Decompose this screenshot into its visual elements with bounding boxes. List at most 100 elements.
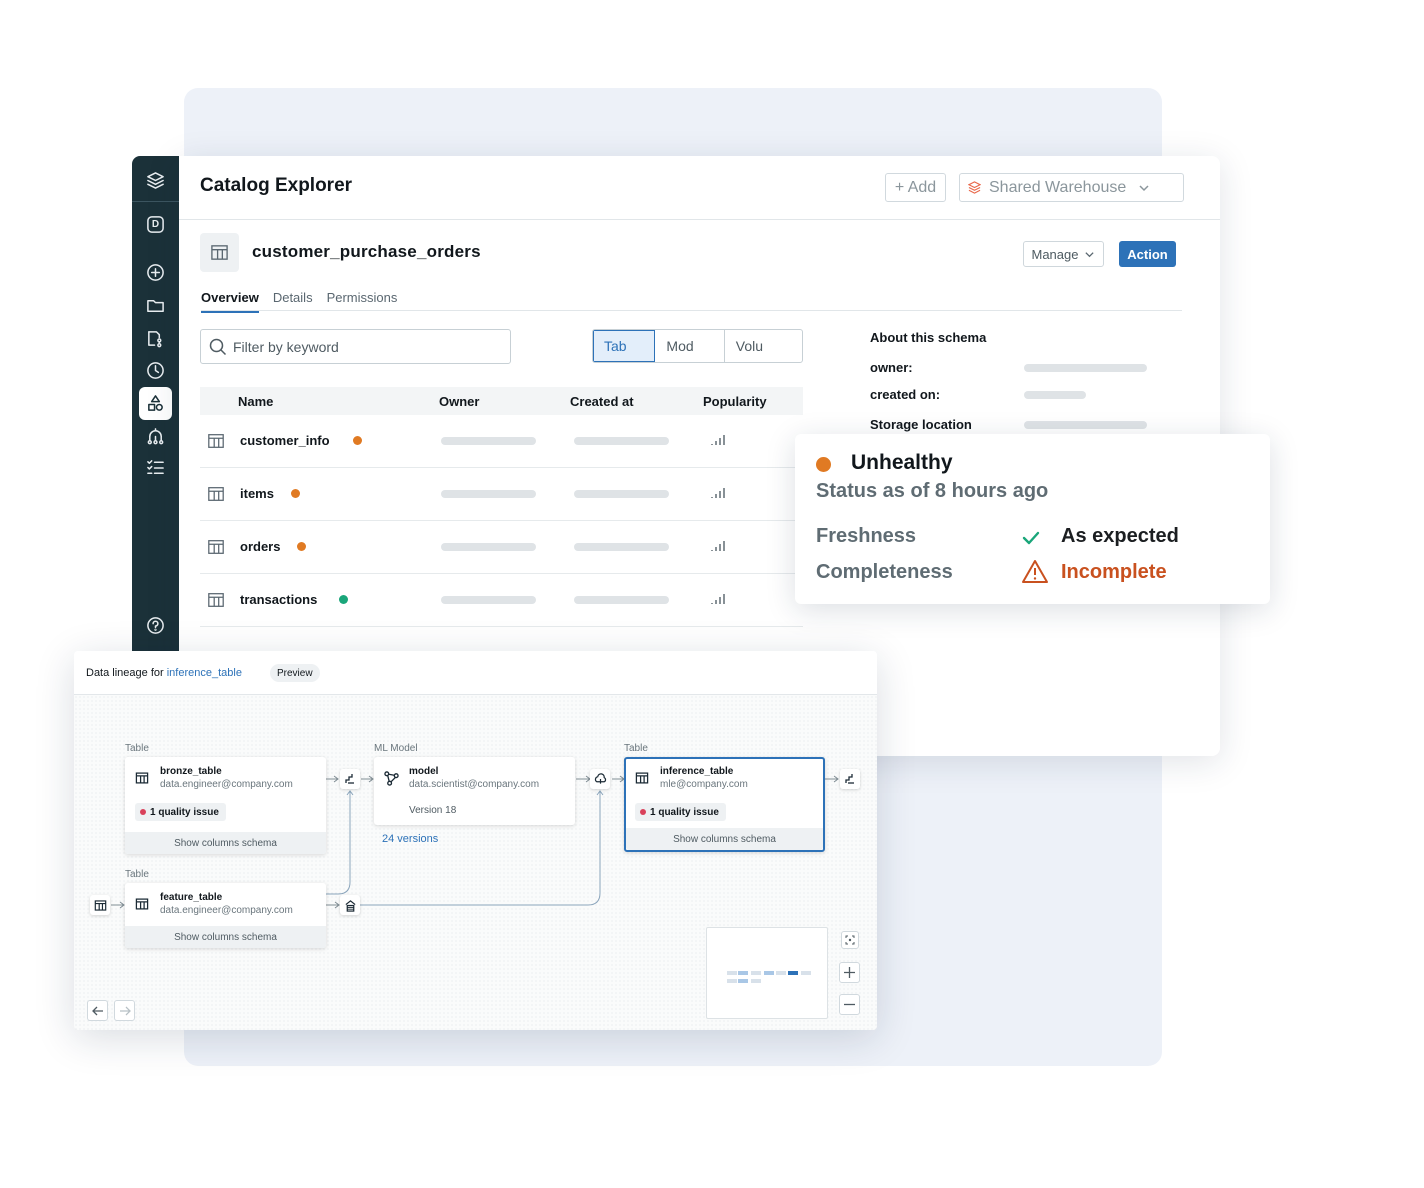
metric-freshness-value: As expected <box>1061 525 1179 547</box>
show-schema-button[interactable]: Show columns schema <box>125 926 326 948</box>
lineage-node-feature[interactable]: feature_table data.engineer@company.com … <box>125 883 326 948</box>
col-owner[interactable]: Owner <box>439 394 479 409</box>
lineage-node-inference[interactable]: inference_table mle@company.com 1 qualit… <box>624 757 825 852</box>
owner-placeholder <box>441 437 536 445</box>
manage-button[interactable]: Manage <box>1023 241 1104 267</box>
data-lineage-window: Data lineage for inference_table Preview… <box>74 651 877 1030</box>
created-value-placeholder <box>1024 391 1086 399</box>
warning-icon <box>1022 560 1048 583</box>
status-dot <box>353 436 362 445</box>
health-status: Unhealthy <box>851 451 953 474</box>
issue-label: 1 quality issue <box>150 806 219 818</box>
node-type-label: ML Model <box>374 743 418 754</box>
forward-arrow-icon[interactable] <box>114 1000 135 1021</box>
folder-icon[interactable] <box>143 293 168 318</box>
row-name[interactable]: customer_info <box>240 433 330 448</box>
plus-circle-icon[interactable] <box>143 260 168 285</box>
node-owner: mle@company.com <box>660 779 748 790</box>
node-type-label: Table <box>624 743 648 754</box>
workspace-letter: D <box>151 219 160 230</box>
owner-value-placeholder <box>1024 364 1147 372</box>
filter-input[interactable]: Filter by keyword <box>200 329 511 364</box>
repo-icon[interactable] <box>143 326 168 351</box>
popularity-bars-icon <box>711 488 725 498</box>
fit-view-icon[interactable] <box>841 931 859 949</box>
lineage-node-model[interactable]: model data.scientist@company.com Version… <box>374 757 575 825</box>
col-name[interactable]: Name <box>238 394 273 409</box>
table-icon <box>208 487 224 501</box>
show-schema-button[interactable]: Show columns schema <box>626 828 823 850</box>
owner-placeholder <box>441 543 536 551</box>
help-icon[interactable] <box>143 613 168 638</box>
sidebar-divider <box>132 201 179 202</box>
notebook-transform-icon[interactable] <box>840 769 860 789</box>
workspace-d-icon[interactable]: D <box>143 212 168 237</box>
notebook-transform-icon[interactable] <box>340 769 360 789</box>
catalog-shapes-icon[interactable] <box>139 387 172 420</box>
metric-freshness-label: Freshness <box>816 525 917 547</box>
zoom-in-icon[interactable] <box>839 962 860 983</box>
warehouse-select[interactable]: Shared Warehouse <box>959 173 1184 202</box>
table-icon <box>208 540 224 554</box>
quality-issue-badge[interactable]: 1 quality issue <box>135 803 226 821</box>
status-dot <box>297 542 306 551</box>
lineage-minimap[interactable] <box>706 927 828 1019</box>
segment-tables[interactable]: Tab <box>593 330 656 362</box>
table-icon <box>208 434 224 448</box>
layers-icon[interactable] <box>143 168 168 193</box>
add-button[interactable]: + Add <box>885 173 946 202</box>
back-arrow-icon[interactable] <box>87 1000 108 1021</box>
table-icon <box>135 898 149 910</box>
popularity-bars-icon <box>711 435 725 445</box>
show-schema-button[interactable]: Show columns schema <box>125 832 326 854</box>
quality-issue-badge[interactable]: 1 quality issue <box>635 803 726 821</box>
manage-label: Manage <box>1031 246 1079 262</box>
node-name: feature_table <box>160 892 223 903</box>
issue-dot <box>140 809 146 815</box>
tasks-icon[interactable] <box>143 455 168 480</box>
row-name[interactable]: orders <box>240 539 280 554</box>
col-popularity[interactable]: Popularity <box>703 394 767 409</box>
table-row[interactable]: items <box>200 468 803 521</box>
workflows-icon[interactable] <box>143 424 168 449</box>
table-upstream-icon[interactable] <box>90 895 110 915</box>
chevron-down-icon <box>1085 251 1095 257</box>
created-placeholder <box>574 543 669 551</box>
storage-value-placeholder <box>1024 421 1147 429</box>
action-button[interactable]: Action <box>1119 241 1176 267</box>
object-name: customer_purchase_orders <box>252 242 481 261</box>
node-name: inference_table <box>660 766 734 777</box>
cloud-transform-icon[interactable] <box>590 769 610 789</box>
node-type-label: Table <box>125 869 149 880</box>
table-row[interactable]: transactions <box>200 574 803 627</box>
table-icon <box>635 772 649 784</box>
issue-dot <box>640 809 646 815</box>
storage-label: Storage location <box>870 417 972 432</box>
row-name[interactable]: items <box>240 486 274 501</box>
col-created[interactable]: Created at <box>570 394 634 409</box>
status-dot <box>816 457 831 472</box>
node-owner: data.engineer@company.com <box>160 905 293 916</box>
popularity-bars-icon <box>711 541 725 551</box>
history-icon[interactable] <box>143 358 168 383</box>
issue-label: 1 quality issue <box>650 806 719 818</box>
versions-link[interactable]: 24 versions <box>382 833 438 845</box>
table-row[interactable]: orders <box>200 521 803 574</box>
segment-volumes[interactable]: Volu <box>725 330 802 362</box>
table-row[interactable]: customer_info <box>200 415 803 468</box>
table-icon <box>200 233 239 272</box>
segment-models[interactable]: Mod <box>655 330 725 362</box>
row-name[interactable]: transactions <box>240 592 317 607</box>
popularity-bars-icon <box>711 594 725 604</box>
owner-placeholder <box>441 596 536 604</box>
zoom-out-icon[interactable] <box>839 994 860 1015</box>
table-header: Name Owner Created at Popularity <box>200 387 803 415</box>
lineage-node-bronze[interactable]: bronze_table data.engineer@company.com 1… <box>125 757 326 854</box>
status-dot <box>291 489 300 498</box>
model-graph-icon <box>384 771 399 786</box>
owner-label: owner: <box>870 360 913 375</box>
node-owner: data.scientist@company.com <box>409 779 540 790</box>
node-owner: data.engineer@company.com <box>160 779 293 790</box>
page-title: Catalog Explorer <box>200 175 353 196</box>
warehouse-transform-icon[interactable] <box>340 895 360 915</box>
